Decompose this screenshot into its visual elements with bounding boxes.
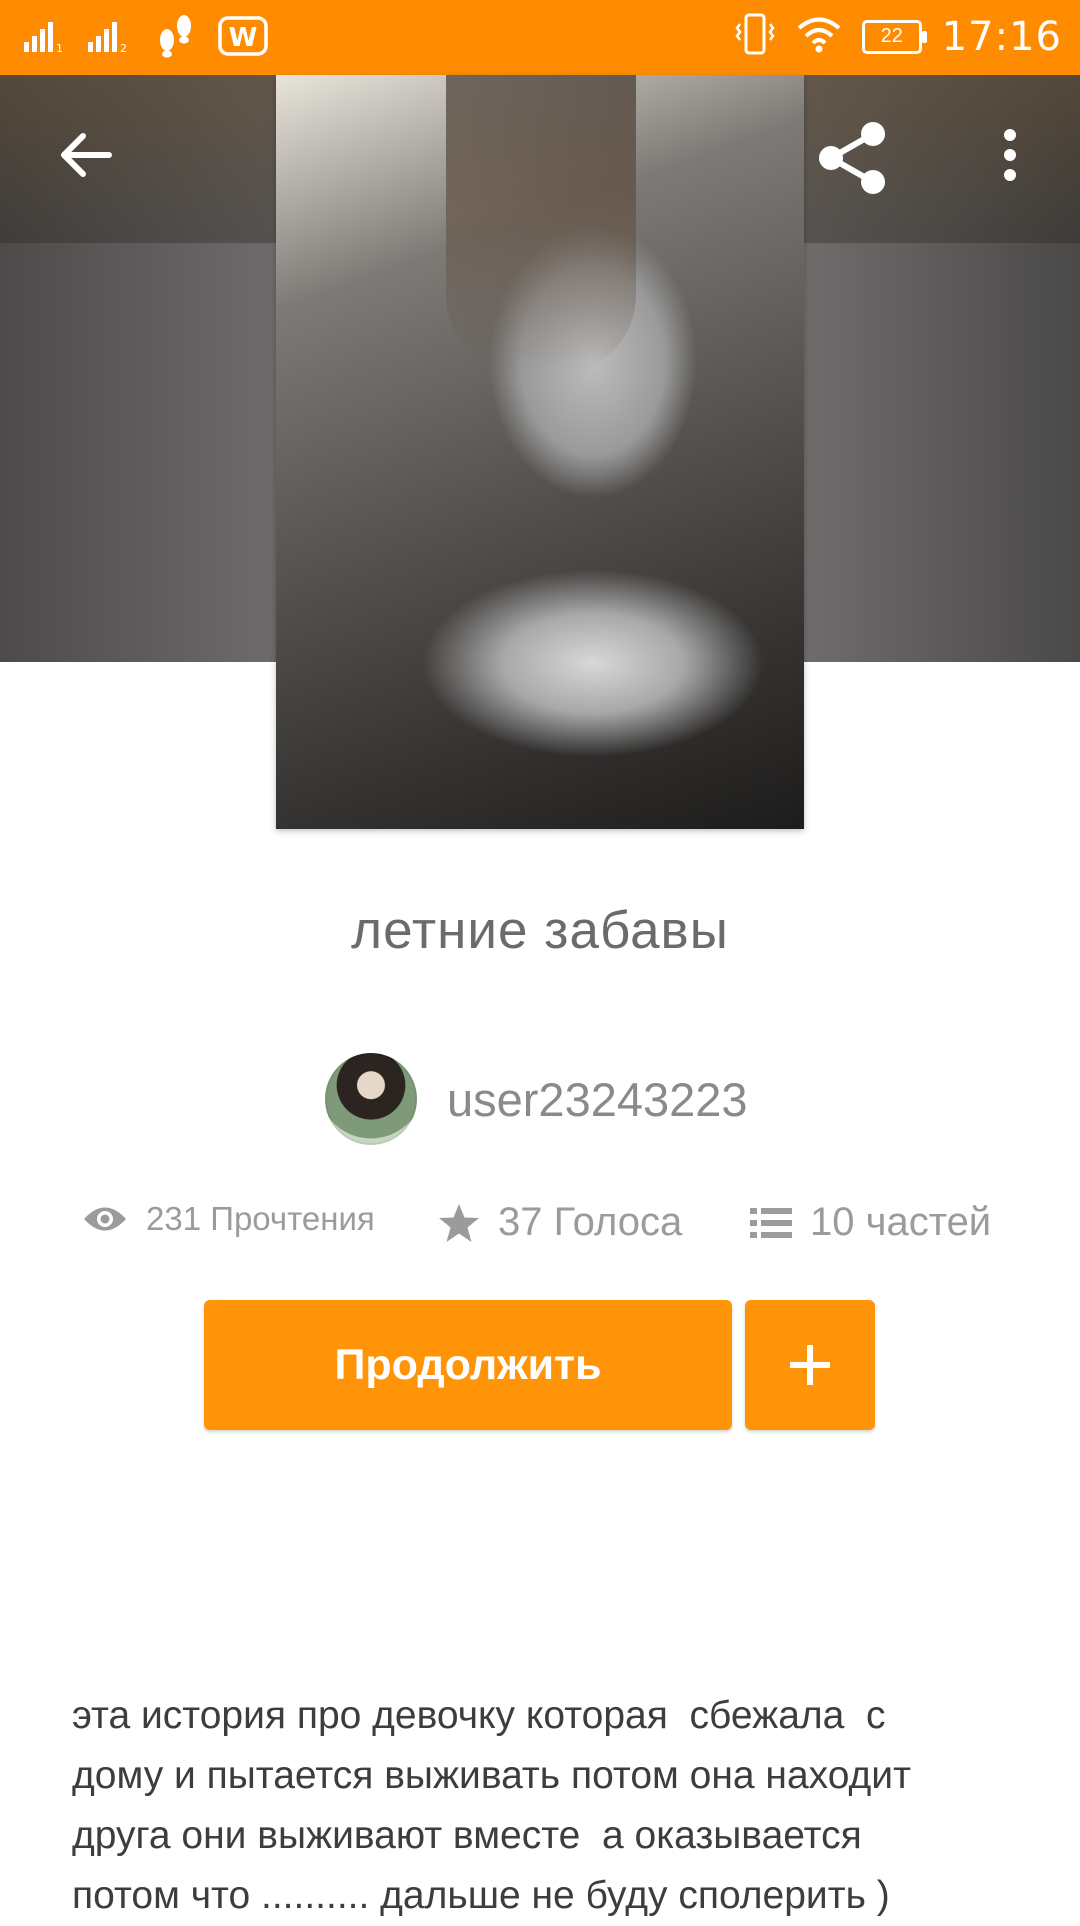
back-arrow-icon [61, 133, 112, 177]
cover-image-detail [446, 75, 636, 375]
author-avatar[interactable] [325, 1053, 417, 1145]
reads-stat: 231 Прочтения [82, 1200, 375, 1238]
svg-text:2: 2 [120, 42, 127, 54]
battery-level: 22 [880, 25, 903, 47]
votes-stat: 37 Голоса [438, 1200, 682, 1245]
status-time: 17:16 [941, 13, 1062, 60]
status-bar-right: 22 17:16 [734, 12, 1062, 61]
story-stats: 231 Прочтения 37 Голоса 10 частей [0, 1200, 1080, 1260]
star-icon [439, 1203, 479, 1242]
author-name[interactable]: user23243223 [447, 1072, 748, 1127]
votes-count: 37 Голоса [498, 1200, 683, 1244]
add-to-library-button[interactable] [745, 1300, 875, 1430]
more-options-button[interactable] [975, 110, 1045, 200]
plus-icon [790, 1345, 830, 1385]
share-button[interactable] [805, 110, 900, 205]
share-icon [818, 121, 885, 194]
parts-stat: 10 частей [750, 1200, 991, 1245]
more-vert-icon [1004, 129, 1016, 181]
story-title: летние забавы [351, 901, 729, 960]
signal-sim2-icon: 2 [88, 18, 134, 59]
status-bar: 1 2 W 22 17:16 [0, 0, 1080, 75]
vibrate-icon [734, 12, 776, 61]
svg-text:1: 1 [56, 42, 63, 54]
story-cover-image [276, 75, 804, 829]
back-button[interactable] [40, 110, 130, 200]
battery-icon: 22 [861, 19, 927, 54]
footprints-icon [156, 14, 196, 63]
eye-icon [84, 1207, 126, 1231]
parts-count: 10 частей [810, 1200, 992, 1244]
continue-reading-button[interactable]: Продолжить [204, 1300, 732, 1430]
wattpad-w-icon: W [218, 16, 268, 61]
author-link[interactable]: user23243223 [325, 1053, 748, 1145]
reads-count: 231 Прочтения [146, 1200, 375, 1237]
list-icon [750, 1207, 792, 1238]
signal-sim1-icon: 1 [24, 18, 66, 59]
svg-text:W: W [229, 23, 258, 53]
status-bar-left: 1 2 W [24, 14, 268, 63]
wifi-icon [796, 15, 842, 58]
story-description: эта история про девочку которая сбежала … [72, 1694, 911, 1917]
